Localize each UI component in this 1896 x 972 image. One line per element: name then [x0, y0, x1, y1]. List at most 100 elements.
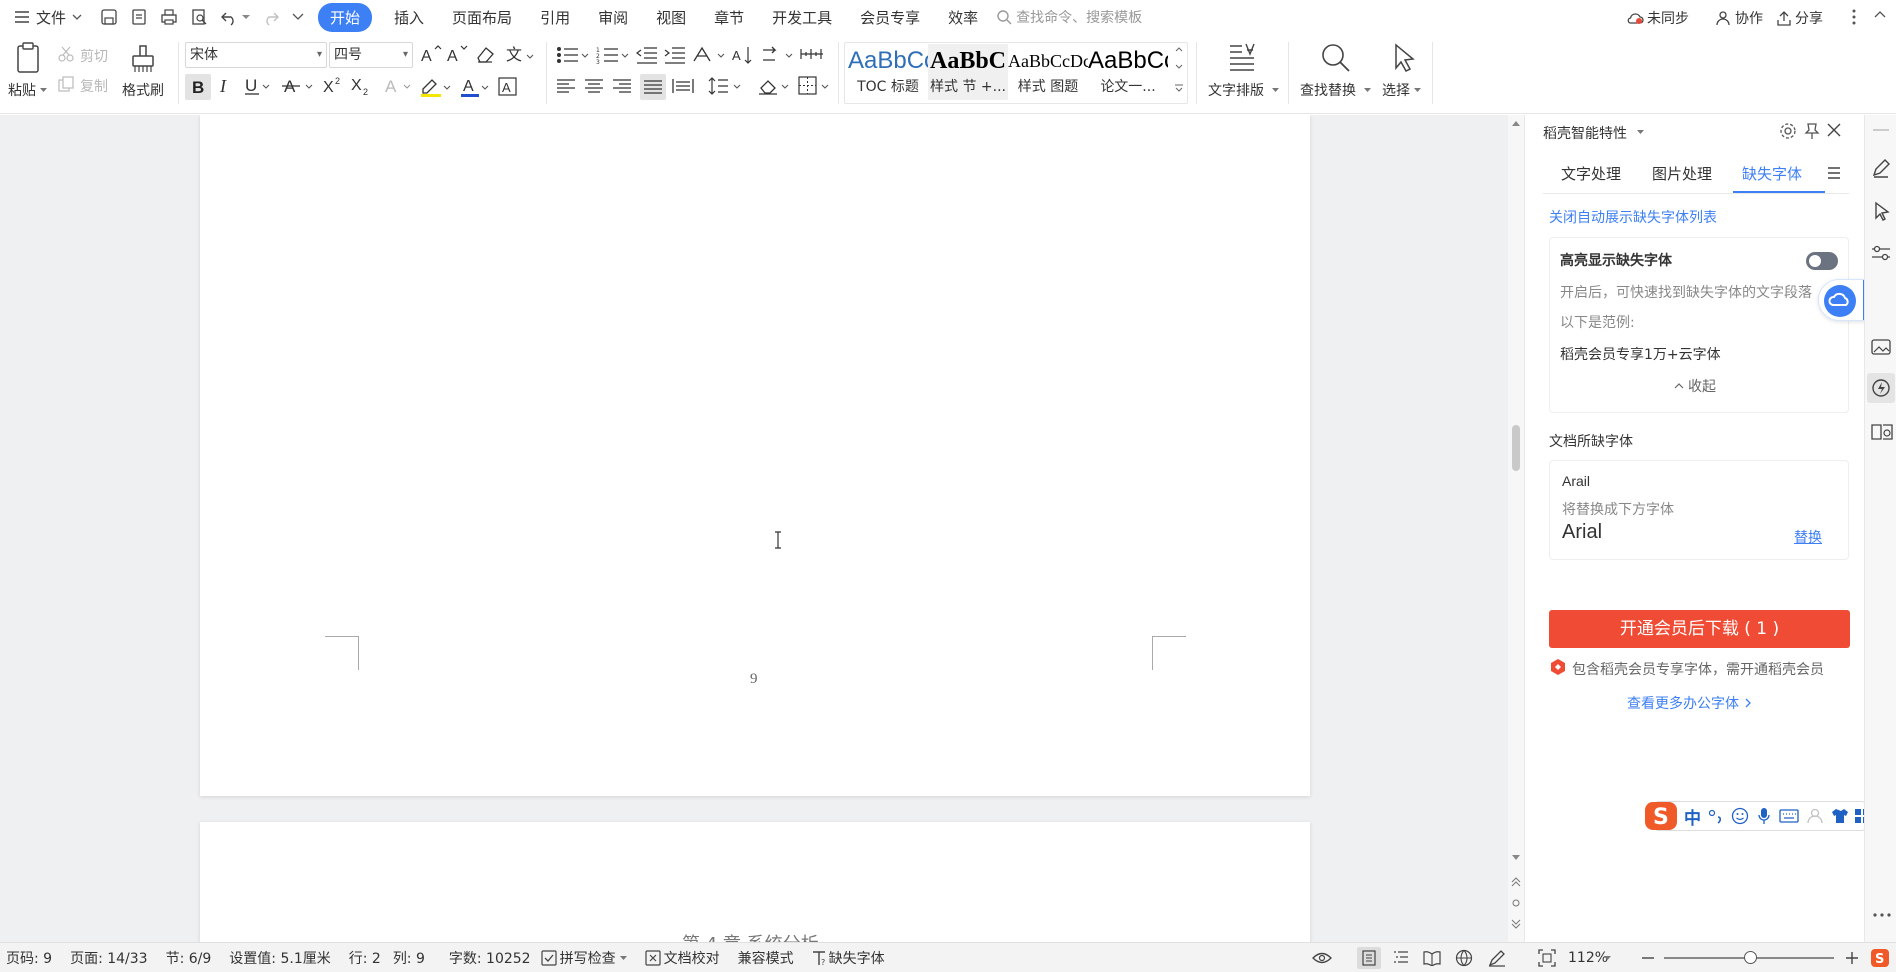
- paste-button[interactable]: 粘贴: [8, 80, 36, 100]
- font-size-select[interactable]: 四号 ▾: [329, 42, 413, 68]
- subscript-icon[interactable]: X2: [350, 76, 374, 96]
- sort-icon[interactable]: A: [732, 46, 754, 64]
- chinese-layout-icon[interactable]: [692, 46, 726, 64]
- borders-icon[interactable]: [798, 76, 832, 96]
- print-icon[interactable]: [160, 8, 178, 26]
- line-spacing-icon[interactable]: [708, 76, 742, 96]
- proofread-button[interactable]: 文档校对: [644, 948, 720, 968]
- text-direction-icon[interactable]: [760, 46, 794, 64]
- highlight-toggle[interactable]: [1806, 252, 1838, 270]
- style-section[interactable]: AaBbC 样式 节 +...: [928, 44, 1008, 100]
- cut-button[interactable]: 剪切: [80, 46, 108, 66]
- pane-title[interactable]: 稻壳智能特性: [1543, 123, 1627, 143]
- align-left-icon[interactable]: [556, 78, 576, 94]
- paste-icon[interactable]: [14, 42, 42, 74]
- tab-review[interactable]: 审阅: [598, 7, 628, 28]
- zoom-out-icon[interactable]: [1642, 957, 1654, 959]
- style-toc-heading[interactable]: AaBbCc TOC 标题: [848, 44, 928, 100]
- style-figure-caption[interactable]: AaBbCcDc 样式 图题: [1008, 44, 1088, 100]
- highlight-icon[interactable]: [420, 76, 452, 98]
- font-name-select[interactable]: 宋体 ▾: [185, 42, 327, 68]
- tab-chapter[interactable]: 章节: [714, 7, 744, 28]
- tab-references[interactable]: 引用: [540, 7, 570, 28]
- settings-icon[interactable]: [1779, 122, 1797, 140]
- user-icon[interactable]: [1807, 808, 1825, 824]
- styles-expand-icon[interactable]: [1175, 84, 1183, 92]
- underline-icon[interactable]: U: [244, 76, 270, 96]
- image-tool-icon[interactable]: [1871, 337, 1891, 357]
- outline-view-icon[interactable]: [1393, 950, 1409, 966]
- eye-protection-icon[interactable]: [1312, 950, 1332, 966]
- zoom-slider-thumb[interactable]: [1744, 951, 1757, 964]
- show-marks-icon[interactable]: [800, 48, 824, 62]
- increase-font-icon[interactable]: A: [420, 44, 442, 64]
- shading-icon[interactable]: [758, 76, 792, 96]
- document-scrollbar[interactable]: [1508, 115, 1524, 942]
- justify-icon[interactable]: [640, 74, 666, 100]
- document-page[interactable]: 9: [200, 115, 1310, 796]
- font-color-icon[interactable]: A: [460, 76, 492, 98]
- save-icon[interactable]: [100, 8, 118, 26]
- command-search-input[interactable]: 查找命令、搜索模板: [1016, 7, 1142, 27]
- ime-toolbar[interactable]: S 中: [1645, 801, 1869, 831]
- prev-page-icon[interactable]: [1511, 877, 1521, 887]
- spell-check-button[interactable]: 拼写检查: [540, 948, 627, 968]
- fit-page-icon[interactable]: [1538, 949, 1556, 967]
- hamburger-menu-icon[interactable]: [14, 10, 30, 24]
- compat-mode-label[interactable]: 兼容模式: [738, 948, 794, 968]
- skin-icon[interactable]: [1831, 808, 1849, 824]
- increase-indent-icon[interactable]: [664, 46, 686, 64]
- chevron-down-icon[interactable]: [72, 14, 82, 20]
- redo-icon[interactable]: [262, 8, 280, 26]
- tabs-menu-icon[interactable]: [1827, 167, 1841, 179]
- pin-icon[interactable]: [1803, 122, 1821, 140]
- select-arrow-icon[interactable]: [1873, 201, 1891, 221]
- web-view-icon[interactable]: [1455, 949, 1473, 967]
- bold-icon[interactable]: B: [185, 74, 211, 100]
- tab-missing-fonts[interactable]: 缺失字体: [1742, 163, 1802, 184]
- styles-scroll-up-icon[interactable]: [1175, 46, 1183, 52]
- page-view-icon[interactable]: [1357, 947, 1381, 969]
- collapse-ribbon-icon[interactable]: [1874, 10, 1886, 18]
- strikethrough-icon[interactable]: A: [282, 76, 316, 96]
- document-area[interactable]: 9 第 4 章 系统分析: [0, 115, 1508, 942]
- close-icon[interactable]: [1827, 123, 1841, 137]
- ime-mode[interactable]: 中: [1684, 804, 1701, 829]
- tab-home[interactable]: 开始: [318, 2, 373, 32]
- zoom-slider[interactable]: [1664, 951, 1834, 964]
- download-button[interactable]: 开通会员后下载 ( 1 ): [1549, 610, 1850, 648]
- edit-pen-icon[interactable]: [1871, 159, 1891, 179]
- superscript-icon[interactable]: X2: [322, 76, 346, 96]
- undo-dropdown-icon[interactable]: [242, 14, 251, 20]
- find-replace-button[interactable]: 查找替换: [1300, 80, 1356, 100]
- text-layout-icon[interactable]: [1226, 42, 1258, 74]
- more-options-icon[interactable]: [1852, 9, 1856, 25]
- more-tools-icon[interactable]: [1873, 913, 1891, 917]
- smart-feature-button[interactable]: [1867, 373, 1895, 403]
- replace-button[interactable]: 替换: [1794, 527, 1822, 547]
- tab-image-processing[interactable]: 图片处理: [1652, 163, 1712, 184]
- scrollbar-thumb[interactable]: [1512, 425, 1520, 471]
- tab-developer[interactable]: 开发工具: [772, 7, 832, 28]
- tab-insert[interactable]: 插入: [394, 7, 424, 28]
- scroll-down-icon[interactable]: [1512, 855, 1520, 860]
- align-center-icon[interactable]: [584, 78, 604, 94]
- emoji-icon[interactable]: [1731, 807, 1749, 825]
- zoom-in-icon[interactable]: [1846, 952, 1858, 964]
- wps-logo-icon[interactable]: S: [1870, 948, 1890, 968]
- format-painter-button[interactable]: 格式刷: [122, 80, 164, 100]
- paste-dropdown-icon[interactable]: [40, 88, 47, 92]
- format-painter-icon[interactable]: [130, 42, 156, 74]
- status-col[interactable]: 列: 9: [393, 948, 425, 968]
- export-pdf-icon[interactable]: [130, 8, 148, 26]
- close-auto-show-link[interactable]: 关闭自动展示缺失字体列表: [1549, 207, 1717, 227]
- reading-mode-icon[interactable]: [1871, 423, 1893, 441]
- align-right-icon[interactable]: [612, 78, 632, 94]
- decrease-font-icon[interactable]: A: [446, 44, 468, 64]
- pane-title-dropdown-icon[interactable]: [1637, 130, 1644, 134]
- select-cursor-icon[interactable]: [1390, 42, 1418, 74]
- zoom-level[interactable]: 112%: [1568, 950, 1608, 966]
- collaborate-button[interactable]: 协作: [1716, 8, 1763, 28]
- file-menu[interactable]: 文件: [36, 7, 66, 28]
- character-border-icon[interactable]: A: [498, 77, 518, 97]
